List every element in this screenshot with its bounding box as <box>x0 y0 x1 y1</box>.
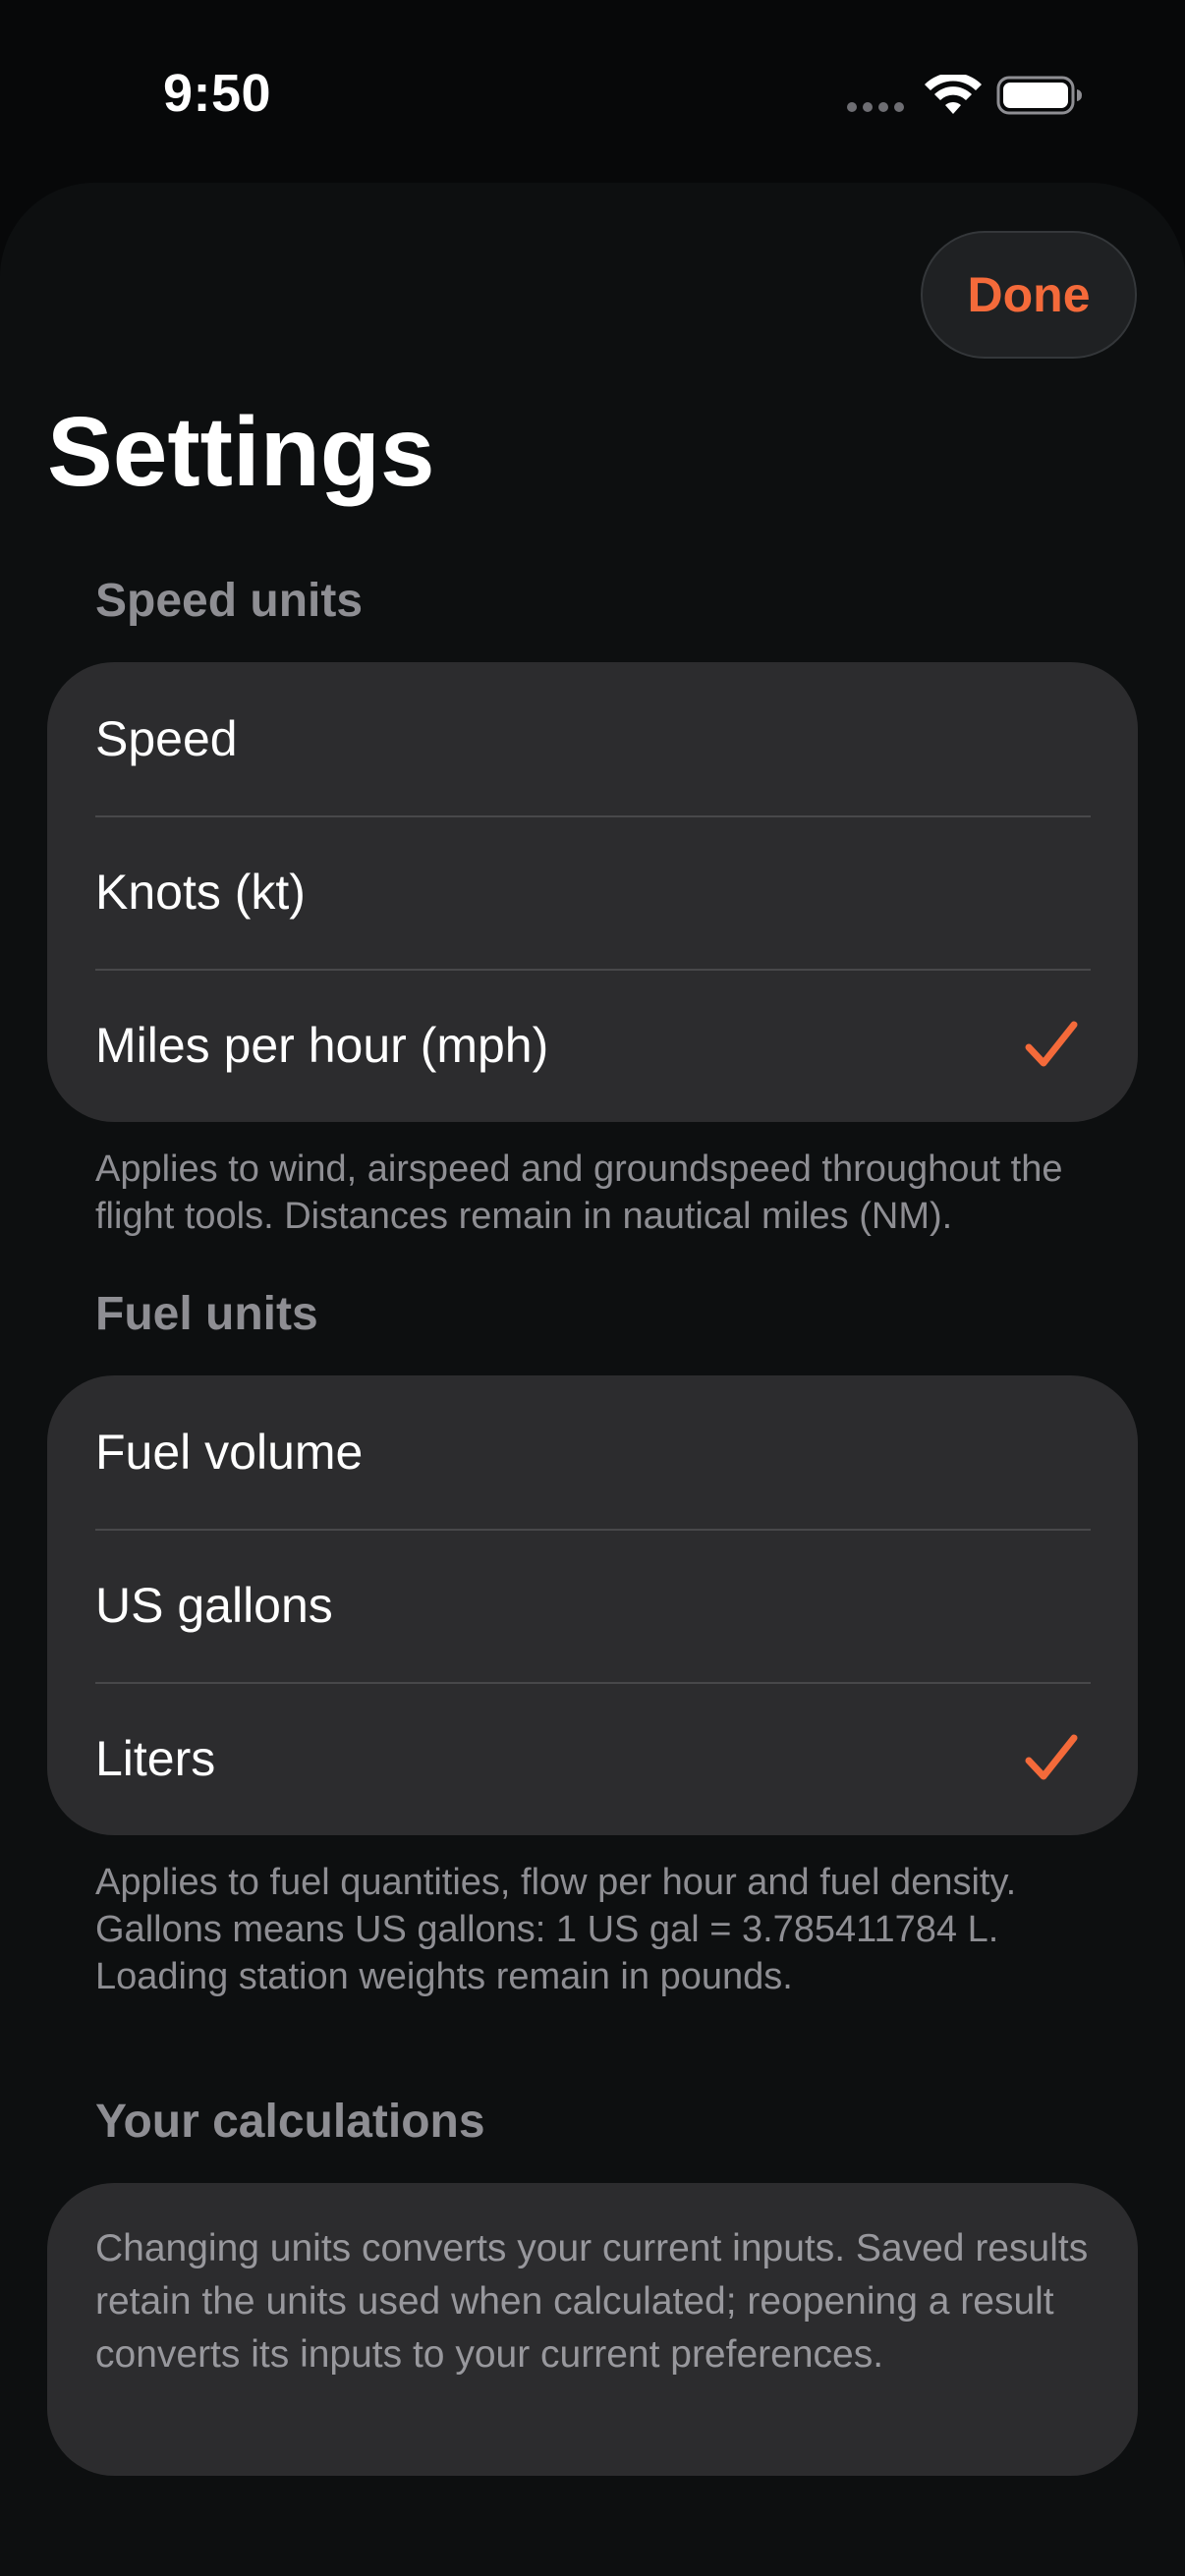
liters-label: Liters <box>95 1731 216 1786</box>
checkmark-icon <box>1025 1021 1078 1067</box>
status-time: 9:50 <box>163 64 272 123</box>
checkmark-icon <box>1025 1734 1078 1780</box>
fuel-option-us-gallons[interactable]: US gallons <box>47 1529 1138 1682</box>
speed-option-mph[interactable]: Miles per hour (mph) <box>47 969 1138 1122</box>
speed-title-label: Speed <box>95 711 238 766</box>
calculations-info-text: Changing units converts your current inp… <box>95 2227 1089 2376</box>
speed-title-row: Speed <box>47 662 1138 815</box>
speed-units-header: Speed units <box>95 575 364 627</box>
knots-label: Knots (kt) <box>95 865 306 920</box>
speed-option-knots[interactable]: Knots (kt) <box>47 815 1138 969</box>
battery-icon <box>996 76 1082 115</box>
mph-label: Miles per hour (mph) <box>95 1018 549 1073</box>
page-title: Settings <box>47 397 435 507</box>
fuel-title-label: Fuel volume <box>95 1425 364 1480</box>
fuel-units-footer: Applies to fuel quantities, flow per hou… <box>95 1862 1017 1997</box>
speed-units-group: Speed Knots (kt) Miles per hour (mph) <box>47 662 1138 1122</box>
speed-units-footer: Applies to wind, airspeed and groundspee… <box>95 1148 1063 1237</box>
cellular-signal-icon <box>847 102 904 112</box>
us-gallons-label: US gallons <box>95 1578 333 1633</box>
wifi-icon <box>925 75 982 114</box>
calculations-header: Your calculations <box>95 2096 485 2148</box>
fuel-units-group: Fuel volume US gallons Liters <box>47 1375 1138 1835</box>
status-bar: 9:50 <box>0 0 1185 187</box>
fuel-title-row: Fuel volume <box>47 1375 1138 1529</box>
fuel-units-header: Fuel units <box>95 1288 318 1340</box>
fuel-option-liters[interactable]: Liters <box>47 1682 1138 1835</box>
done-button[interactable]: Done <box>921 231 1137 359</box>
calculations-info-card: Changing units converts your current inp… <box>47 2183 1138 2476</box>
